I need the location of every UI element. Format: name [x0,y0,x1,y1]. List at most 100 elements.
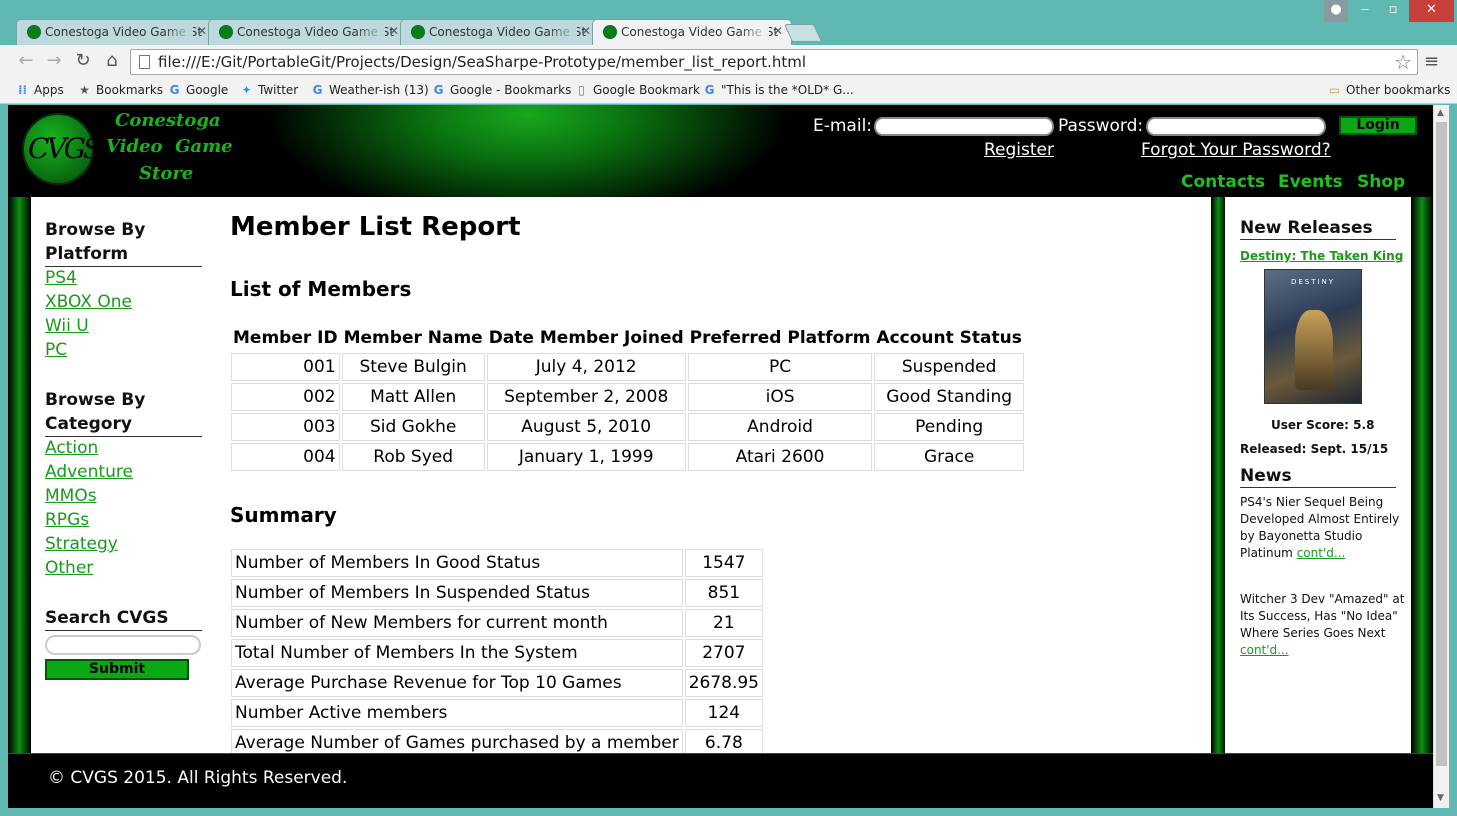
category-link-other[interactable]: Other [45,558,93,578]
page-scrollbar[interactable]: ▲ ▼ [1433,105,1449,808]
bookmarks-bar: ⁞⁞ Apps ★ Bookmarks G Google ✦ Twitter G Weat… [0,78,1457,104]
other-bookmarks[interactable]: ▭ Other bookmarks [1328,83,1451,97]
search-submit-button[interactable]: Submit [45,659,189,680]
google-icon: G [433,83,444,97]
members-heading: List of Members [230,277,412,301]
news-item: Witcher 3 Dev "Amazed" at Its Success, H… [1240,592,1405,657]
cover-title: DESTINY [1290,278,1336,286]
column-header: Member ID [233,328,338,348]
browser-tab-active[interactable]: Conestoga Video Game St ✕ [592,19,792,46]
cover-figure [1295,310,1333,390]
nav-events[interactable]: Events [1278,172,1343,192]
member-name-cell: Matt Allen [341,383,485,411]
chrome-menu-icon[interactable]: ≡ [1424,51,1439,72]
folder-icon: ▭ [1328,83,1341,97]
right-rail [1411,197,1433,754]
close-tab-icon[interactable]: ✕ [389,24,399,38]
minimize-icon[interactable]: ‒ [1352,0,1378,22]
date-joined-cell: January 1, 1999 [486,443,686,471]
summary-value: 1547 [684,549,764,577]
status-cell: Grace [874,443,1024,471]
bookmark-item[interactable]: ★ Bookmarks [78,83,163,97]
browser-tab[interactable]: Conestoga Video Game St ✕ [16,19,216,45]
table-row: Number Active members 124 [231,699,764,727]
browser-tab[interactable]: Conestoga Video Game St ✕ [208,19,408,45]
category-link-adventure[interactable]: Adventure [45,462,133,482]
category-link-rpgs[interactable]: RPGs [45,510,89,530]
category-link-strategy[interactable]: Strategy [45,534,118,554]
category-link-mmos[interactable]: MMOs [45,486,97,506]
news-item: PS4's Nier Sequel Being Developed Almost… [1240,495,1400,560]
bookmark-item[interactable]: ✦ Twitter [240,83,298,97]
summary-heading: Summary [230,503,337,527]
cvgs-logo-icon[interactable]: CVGS [22,113,102,185]
address-bar[interactable]: file:///E:/Git/PortableGit/Projects/Desi… [130,49,1418,75]
right-sidebar: New Releases Destiny: The Taken King DES… [1225,197,1411,754]
member-id-cell: 003 [231,413,340,441]
user-score: User Score: 5.8 [1271,418,1375,432]
platform-link-wii-u[interactable]: Wii U [45,316,89,336]
status-cell: Good Standing [874,383,1024,411]
email-label: E-mail: [813,116,873,136]
close-tab-icon[interactable]: ✕ [773,24,783,38]
forgot-password-link[interactable]: Forgot Your Password? [1141,140,1331,160]
bookmark-item[interactable]: G "This is the *OLD* G... [703,83,854,97]
twitter-icon: ✦ [241,83,252,97]
scrollbar-thumb[interactable] [1436,122,1447,766]
member-name-cell: Rob Syed [341,443,485,471]
email-field[interactable] [874,117,1054,136]
table-row: Average Number of Games purchased by a m… [231,729,764,754]
category-link-action[interactable]: Action [45,438,98,458]
close-tab-icon[interactable]: ✕ [197,24,207,38]
maximize-icon[interactable]: ▫ [1380,0,1406,22]
left-rail [8,197,31,754]
status-cell: Suspended [874,353,1024,381]
bookmark-apps[interactable]: ⁞⁞ Apps [16,83,64,97]
url-text: file:///E:/Git/PortableGit/Projects/Desi… [158,53,807,71]
bookmark-star-icon[interactable]: ☆ [1394,50,1412,74]
close-tab-icon[interactable]: ✕ [581,24,591,38]
release-date: Released: Sept. 15/15 [1240,442,1389,456]
table-row: Total Number of Members In the System 270… [231,639,764,667]
summary-table: Number of Members In Good Status 1547 Num… [229,547,765,754]
site-favicon-icon [411,25,425,39]
platform-cell: iOS [687,383,873,411]
summary-label: Number of Members In Good Status [231,549,683,577]
page-viewport: CVGS Conestoga Video Game Store E-mail: … [8,105,1433,808]
nav-contacts[interactable]: Contacts [1181,172,1265,192]
forward-arrow-icon[interactable]: → [43,51,65,73]
game-title-link[interactable]: Destiny: The Taken King [1240,249,1403,263]
platform-link-pc[interactable]: PC [45,340,67,360]
user-profile-icon[interactable]: ● [1324,0,1348,22]
login-button[interactable]: Login [1339,116,1417,135]
window-close-icon[interactable]: ✕ [1409,0,1454,22]
game-cover-image[interactable]: DESTINY [1264,269,1362,404]
platform-link-ps4[interactable]: PS4 [45,268,77,288]
search-input[interactable] [45,635,201,655]
date-joined-cell: July 4, 2012 [486,353,686,381]
nav-shop[interactable]: Shop [1357,172,1405,192]
home-icon[interactable]: ⌂ [101,51,123,73]
contd-link[interactable]: cont'd... [1297,546,1346,560]
platform-link-xbox-one[interactable]: XBOX One [45,292,132,312]
browse-platform-heading: Browse By Platform [45,218,202,267]
back-arrow-icon[interactable]: ← [15,51,37,73]
apps-grid-icon: ⁞⁞ [17,83,28,97]
member-id-cell: 004 [231,443,340,471]
browser-tab[interactable]: Conestoga Video Game St ✕ [400,19,600,45]
bookmark-item[interactable]: G Google - Bookmarks [432,83,572,97]
browser-toolbar: ← → ↻ ⌂ file:///E:/Git/PortableGit/Proje… [0,45,1457,78]
contd-link[interactable]: cont'd... [1240,643,1289,657]
bookmark-item[interactable]: G Weather-ish (13) [311,83,429,97]
scroll-down-icon[interactable]: ▼ [1437,793,1444,803]
reload-icon[interactable]: ↻ [72,51,94,73]
table-row: 002 Matt Allen September 2, 2008 iOS Goo… [231,383,1024,411]
bookmark-item[interactable]: ▯ Google Bookmark [575,83,700,97]
scroll-up-icon[interactable]: ▲ [1437,108,1444,118]
member-id-cell: 001 [231,353,340,381]
platform-cell: PC [687,353,873,381]
date-joined-cell: August 5, 2010 [486,413,686,441]
password-field[interactable] [1146,117,1326,136]
bookmark-item[interactable]: G Google [168,83,229,97]
register-link[interactable]: Register [984,140,1054,160]
